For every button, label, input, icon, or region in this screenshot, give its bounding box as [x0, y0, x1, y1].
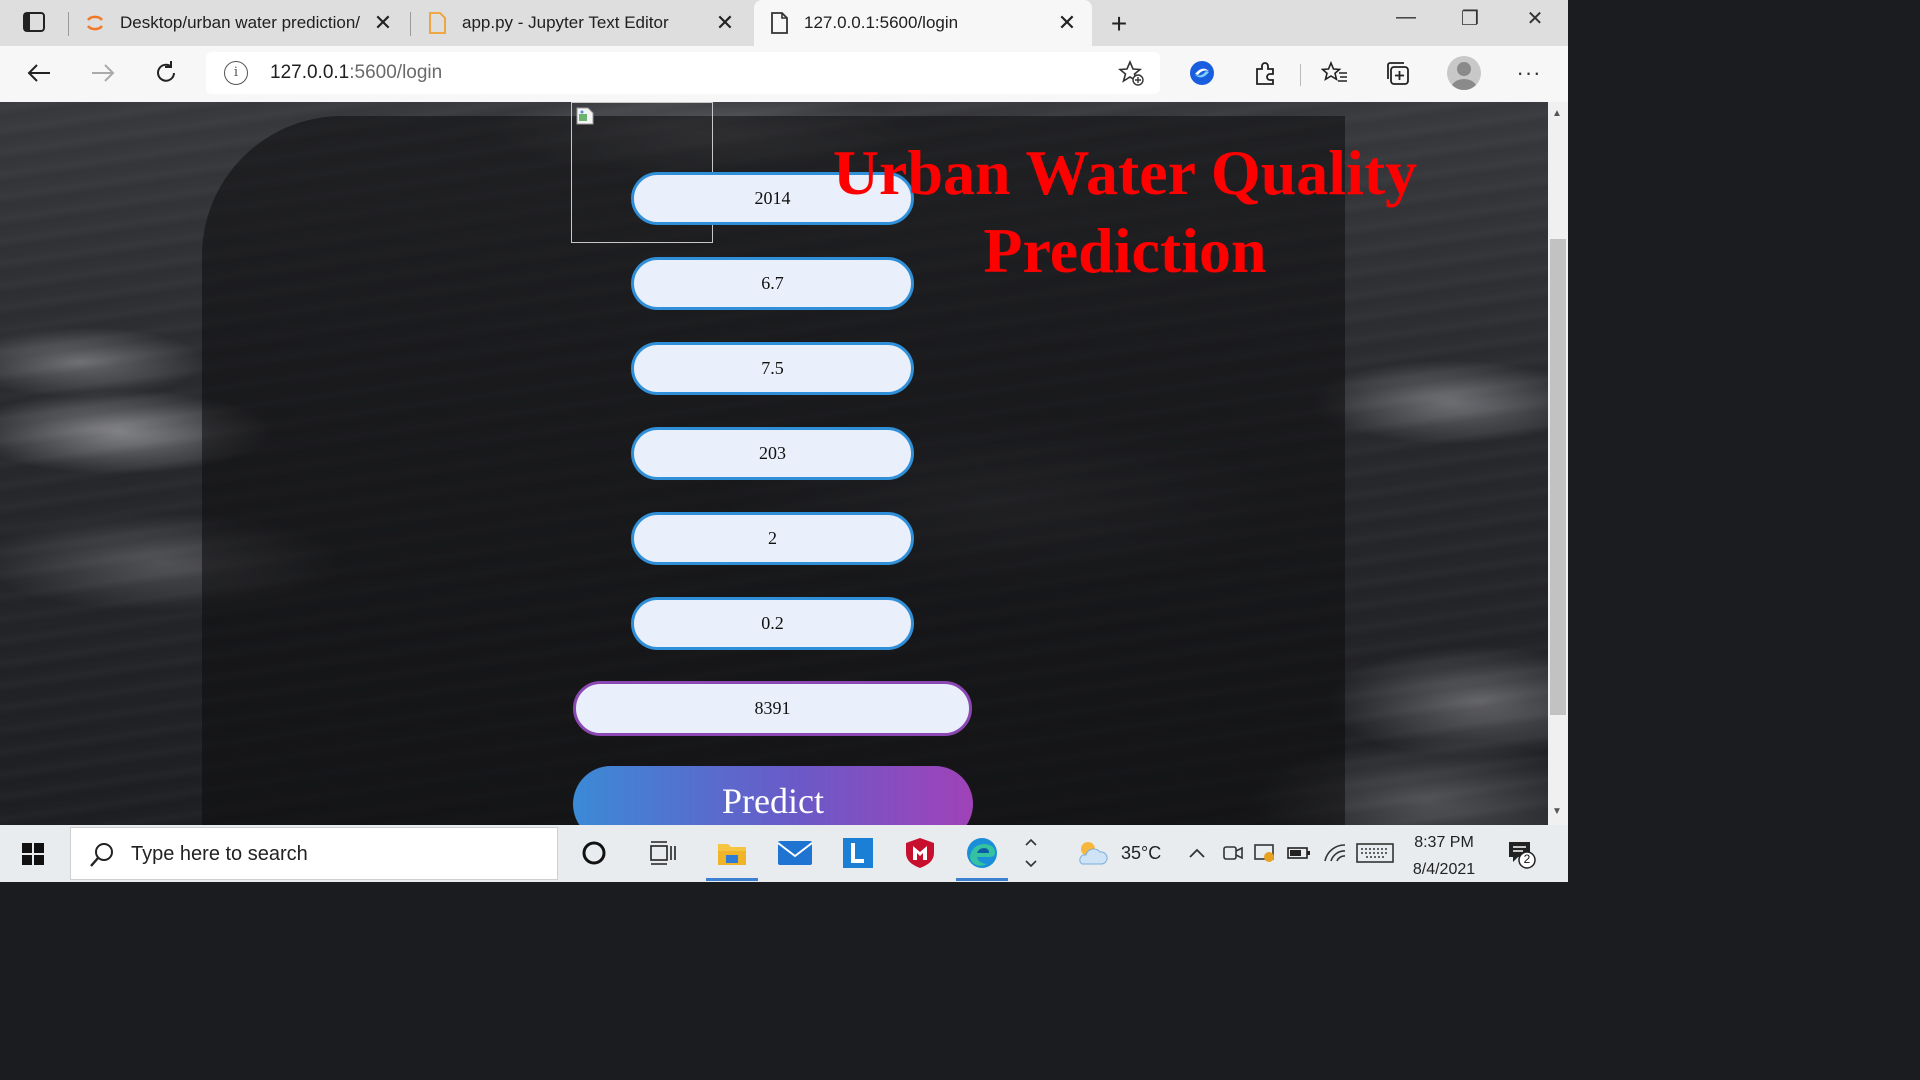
new-tab-icon[interactable]: + [1106, 8, 1132, 40]
tab-app-py[interactable]: app.py - Jupyter Text Editor ✕ [412, 0, 750, 46]
restore-icon[interactable]: ❐ [1447, 6, 1493, 31]
title-line-2: Prediction [983, 215, 1267, 286]
battery-icon[interactable] [1284, 835, 1314, 871]
weather-temperature[interactable]: 35°C [1121, 843, 1161, 864]
file-icon [426, 12, 448, 34]
tab-title: 127.0.0.1:5600/login [804, 13, 959, 32]
weather-icon[interactable] [1072, 835, 1112, 871]
prediction-result: 8391 [573, 681, 972, 736]
wifi-icon[interactable] [1320, 835, 1350, 871]
input-field-4[interactable]: 203 [631, 427, 914, 480]
tab-separator [68, 12, 69, 36]
url-text[interactable]: 127.0.0.1:5600/login [270, 62, 442, 84]
file-explorer-icon[interactable] [706, 835, 758, 881]
close-icon[interactable]: ✕ [1056, 12, 1078, 34]
taskbar-overflow-icon[interactable] [1014, 835, 1048, 871]
jupyter-icon [84, 12, 106, 34]
taskbar-search[interactable]: Type here to search [70, 827, 558, 880]
show-hidden-icons[interactable] [1182, 835, 1212, 871]
broken-image-icon [576, 107, 594, 125]
page-icon [768, 12, 790, 34]
browser-toolbar: i 127.0.0.1:5600/login ··· [0, 46, 1568, 103]
toolbar-separator [1300, 64, 1301, 86]
input-field-6[interactable]: 0.2 [631, 597, 914, 650]
clock-date: 8/4/2021 [1412, 861, 1476, 878]
minimize-icon[interactable]: — [1383, 6, 1429, 29]
mcafee-icon[interactable] [900, 835, 940, 871]
clock-time: 8:37 PM [1414, 834, 1474, 851]
site-info-icon[interactable]: i [224, 61, 248, 85]
url-host: 127.0.0.1 [270, 62, 350, 83]
more-menu-icon[interactable]: ··· [1512, 56, 1546, 90]
mail-icon[interactable] [775, 835, 815, 871]
tab-title: app.py - Jupyter Text Editor [462, 13, 669, 32]
launcher-l-icon[interactable] [838, 835, 878, 871]
favorites-icon[interactable] [1318, 56, 1352, 90]
collections-icon[interactable] [1381, 56, 1415, 90]
windows-taskbar: Type here to search 35°C 8:37 PM 8/4/202… [0, 825, 1568, 882]
profile-avatar[interactable] [1447, 56, 1481, 90]
close-icon[interactable]: ✕ [714, 12, 736, 34]
page-title: Urban Water Quality Prediction [780, 134, 1470, 290]
system-clock[interactable]: 8:37 PM 8/4/2021 [1400, 829, 1488, 883]
extensions-icon[interactable] [1248, 56, 1282, 90]
scroll-up-icon[interactable]: ▲ [1552, 108, 1562, 119]
title-line-1: Urban Water Quality [832, 137, 1418, 208]
update-tray-icon[interactable] [1250, 835, 1280, 871]
cortana-icon[interactable] [574, 835, 614, 871]
input-field-3[interactable]: 7.5 [631, 342, 914, 395]
close-window-icon[interactable]: ✕ [1512, 6, 1558, 31]
scroll-down-icon[interactable]: ▼ [1552, 806, 1562, 817]
page-viewport: 2014 6.7 7.5 203 2 0.2 8391 Predict Urba… [0, 102, 1548, 825]
notification-center-icon[interactable]: 2 [1506, 839, 1536, 869]
forward-icon[interactable] [86, 56, 120, 90]
predict-button[interactable]: Predict [573, 766, 973, 825]
notification-count: 2 [1523, 852, 1531, 866]
tab-strip: Desktop/urban water prediction/ ✕ app.py… [0, 0, 1568, 46]
keyboard-icon[interactable] [1355, 835, 1395, 871]
vertical-scrollbar[interactable]: ▲ ▼ [1548, 102, 1568, 825]
task-view-icon[interactable] [643, 835, 683, 871]
tab-title: Desktop/urban water prediction/ [120, 13, 361, 32]
tab-login[interactable]: 127.0.0.1:5600/login ✕ [754, 0, 1092, 46]
search-icon [90, 843, 113, 867]
input-field-5[interactable]: 2 [631, 512, 914, 565]
close-icon[interactable]: ✕ [372, 12, 394, 34]
scrollbar-thumb[interactable] [1550, 239, 1566, 715]
tab-actions-icon[interactable] [16, 10, 52, 36]
browser-extension-icon[interactable] [1185, 56, 1219, 90]
address-bar[interactable]: i 127.0.0.1:5600/login [206, 52, 1160, 94]
meet-now-icon[interactable] [1218, 835, 1248, 871]
add-favorite-icon[interactable] [1117, 59, 1144, 86]
edge-browser-icon[interactable] [956, 835, 1008, 881]
refresh-icon[interactable] [149, 56, 183, 90]
tab-separator [410, 12, 411, 36]
windows-start-icon[interactable] [22, 843, 44, 865]
url-path: :5600/login [349, 62, 443, 83]
search-placeholder: Type here to search [131, 843, 308, 865]
back-icon[interactable] [22, 56, 56, 90]
tab-jupyter-files[interactable]: Desktop/urban water prediction/ ✕ [70, 0, 408, 46]
